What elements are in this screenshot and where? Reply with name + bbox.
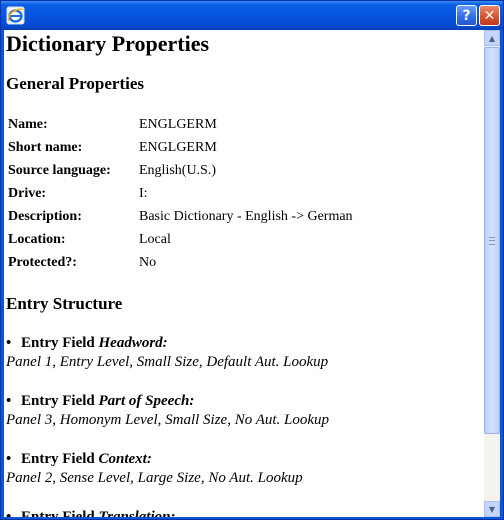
property-label: Description:: [8, 209, 82, 224]
property-row: Location: Local: [8, 228, 353, 251]
property-label: Drive:: [8, 186, 47, 201]
property-value: No: [139, 255, 157, 270]
bullet-icon: •: [6, 451, 12, 467]
property-row: Source language: English(U.S.): [8, 159, 353, 182]
entry-field-description: Panel 3, Homonym Level, Small Size, No A…: [6, 412, 330, 428]
entry-field-list: • Entry Field Headword: Panel 1, Entry Lev…: [6, 334, 484, 517]
entry-field-description: Panel 1, Entry Level, Small Size, Defaul…: [6, 354, 329, 370]
property-row: Protected?: No: [8, 251, 353, 274]
close-button[interactable]: ✕: [479, 5, 500, 26]
bullet-icon: •: [6, 335, 12, 351]
property-label: Protected?:: [8, 255, 77, 270]
property-value: I:: [139, 186, 148, 201]
property-value: ENGLGERM: [139, 140, 217, 155]
property-value: Local: [139, 232, 171, 247]
property-value: Basic Dictionary - English -> German: [139, 209, 353, 224]
property-label: Location:: [8, 232, 66, 247]
help-window: ? ✕ Dictionary Properties General Proper…: [0, 0, 504, 520]
general-properties-heading: General Properties: [6, 74, 145, 93]
document-view: Dictionary Properties General Properties…: [4, 30, 484, 518]
scroll-down-arrow-icon[interactable]: ▼: [484, 501, 500, 517]
grip-icon: [489, 237, 495, 245]
entry-field-name: Headword:: [98, 335, 168, 351]
entry-structure-heading: Entry Structure: [6, 294, 123, 313]
entry-field-item: • Entry Field Context: Panel 2, Sense Leve…: [6, 450, 484, 488]
property-label: Name:: [8, 117, 48, 132]
entry-field-name: Translation:: [98, 509, 176, 517]
content-area: Dictionary Properties General Properties…: [4, 30, 500, 517]
scrollbar-thumb[interactable]: [484, 47, 500, 434]
entry-field-prefix: Entry Field: [21, 335, 95, 351]
property-row: Name: ENGLGERM: [8, 113, 353, 136]
entry-field-item: • Entry Field Headword: Panel 1, Entry Lev…: [6, 334, 484, 372]
help-button[interactable]: ?: [456, 5, 477, 26]
property-label: Short name:: [8, 140, 83, 155]
bullet-icon: •: [6, 393, 12, 409]
property-row: Short name: ENGLGERM: [8, 136, 353, 159]
entry-field-item: • Entry Field Translation:: [6, 508, 484, 517]
internet-explorer-icon: [6, 6, 25, 25]
property-label: Source language:: [8, 163, 111, 178]
properties-table: Name: ENGLGERM Short name: ENGLGERM Source l…: [8, 113, 353, 274]
entry-field-prefix: Entry Field: [21, 393, 95, 409]
entry-field-prefix: Entry Field: [21, 451, 95, 467]
entry-field-description: Panel 2, Sense Level, Large Size, No Aut…: [6, 470, 303, 486]
property-value: ENGLGERM: [139, 117, 217, 132]
entry-field-prefix: Entry Field: [21, 509, 95, 517]
bullet-icon: •: [6, 509, 12, 517]
property-row: Description: Basic Dictionary - English -…: [8, 205, 353, 228]
vertical-scrollbar[interactable]: ▲ ▼: [484, 30, 500, 517]
entry-field-name: Part of Speech:: [98, 393, 195, 409]
property-value: English(U.S.): [139, 163, 216, 178]
page-title: Dictionary Properties: [6, 31, 210, 56]
entry-field-item: • Entry Field Part of Speech: Panel 3, Hom…: [6, 392, 484, 430]
scroll-up-arrow-icon[interactable]: ▲: [484, 30, 500, 46]
entry-field-name: Context:: [98, 451, 152, 467]
title-bar[interactable]: ? ✕: [1, 1, 503, 30]
property-row: Drive: I:: [8, 182, 353, 205]
